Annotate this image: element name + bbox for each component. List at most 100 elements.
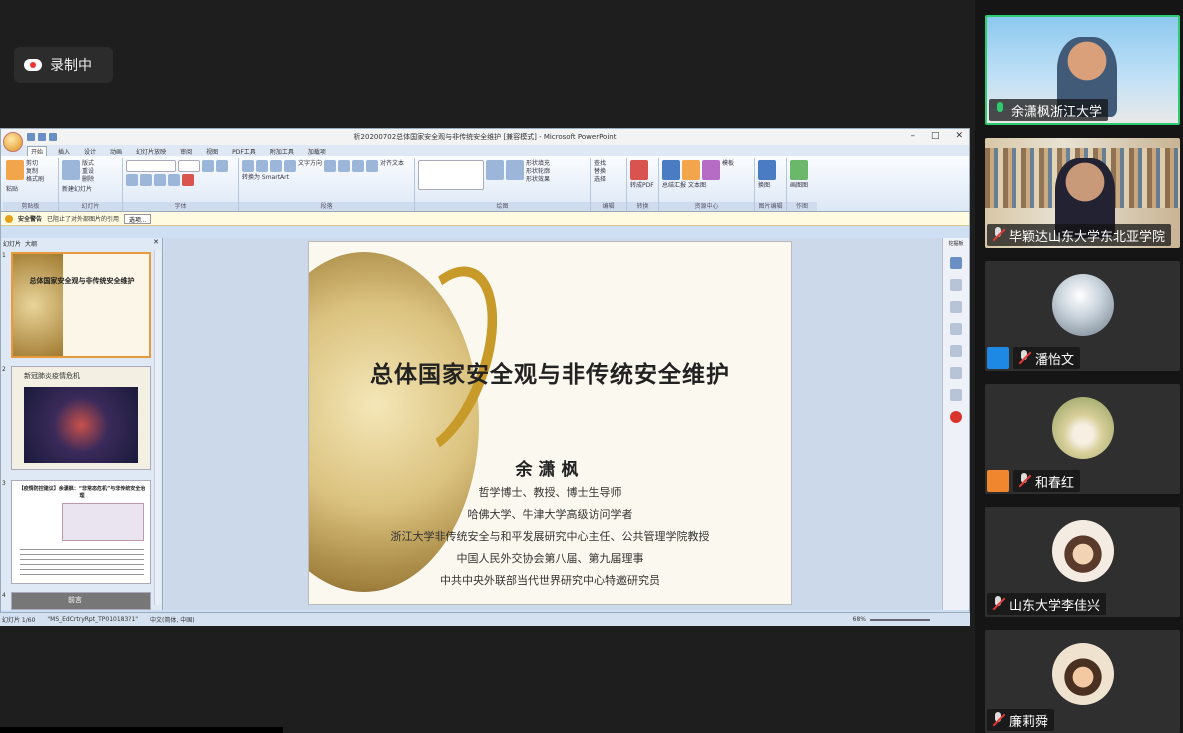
tool-icon[interactable] — [950, 367, 962, 379]
zoom-slider[interactable] — [870, 618, 930, 621]
tab-animation[interactable]: 动画 — [107, 147, 125, 156]
template-icon[interactable] — [662, 160, 680, 180]
layout-button[interactable]: 版式 — [82, 160, 94, 168]
text-direction-button[interactable]: 文字方向 — [298, 160, 322, 172]
shrink-font-icon[interactable] — [216, 160, 228, 172]
text-image-icon[interactable] — [702, 160, 720, 180]
copy-button[interactable]: 复制 — [26, 168, 44, 176]
maximize-icon[interactable]: □ — [931, 131, 940, 141]
tool-panel-label: 挖掘板 — [948, 241, 964, 247]
convert-pdf-button[interactable]: 转成PDF — [630, 182, 654, 190]
avatar — [1052, 643, 1114, 705]
find-button[interactable]: 查找 — [594, 160, 606, 168]
tab-home[interactable]: 开始 — [27, 146, 48, 156]
participant-name-bar: 余潇枫浙江大学 — [989, 99, 1109, 121]
avatar — [1052, 397, 1114, 459]
image-icon[interactable] — [758, 160, 776, 180]
tool-icon[interactable] — [950, 323, 962, 335]
draw-chart-button[interactable]: 画图图 — [790, 182, 808, 190]
quick-styles-icon[interactable] — [506, 160, 524, 180]
line-spacing-icon[interactable] — [284, 160, 296, 172]
report-icon[interactable] — [682, 160, 700, 180]
smartart-button[interactable]: 转换为 SmartArt — [242, 174, 289, 182]
tab-outline[interactable]: 大纲 — [25, 239, 37, 248]
tab-design[interactable]: 设计 — [81, 147, 99, 156]
shape-outline-button[interactable]: 形状轮廓 — [526, 168, 550, 176]
numbering-icon[interactable] — [256, 160, 268, 172]
slide-thumbnail-4[interactable]: 前言 — [11, 592, 151, 610]
align-text-button[interactable]: 对齐文本 — [380, 160, 404, 172]
font-size-select[interactable] — [178, 160, 200, 172]
tab-slides[interactable]: 幻灯片 — [3, 239, 21, 248]
slide-thumbnail-1[interactable]: 总体国家安全观与非传统安全维护 — [11, 252, 151, 358]
tool-icon[interactable] — [950, 301, 962, 313]
bold-icon[interactable] — [126, 174, 138, 186]
slide-thumbnail-2[interactable]: 新冠肺炎疫情危机 — [11, 366, 151, 470]
tool-icon[interactable] — [950, 345, 962, 357]
participant-tile[interactable]: 廉莉舜 — [985, 630, 1180, 733]
align-left-icon[interactable] — [324, 160, 337, 172]
font-color-icon[interactable] — [182, 174, 194, 186]
tool-icon[interactable] — [950, 279, 962, 291]
align-center-icon[interactable] — [338, 160, 351, 172]
tool-icon[interactable] — [950, 257, 962, 269]
participant-tile[interactable]: 山东大学李佳兴 — [985, 507, 1180, 617]
tab-loadins[interactable]: 加载项 — [305, 147, 329, 156]
grow-font-icon[interactable] — [202, 160, 214, 172]
replace-button[interactable]: 替换 — [594, 168, 606, 176]
participant-tile[interactable]: 和春红 — [985, 384, 1180, 494]
tab-view[interactable]: 视图 — [203, 147, 221, 156]
cut-button[interactable]: 剪切 — [26, 160, 44, 168]
reset-button[interactable]: 重设 — [82, 168, 94, 176]
template-button[interactable]: 模板 — [722, 160, 734, 180]
bullets-icon[interactable] — [242, 160, 254, 172]
tab-addins[interactable]: 附加工具 — [267, 147, 297, 156]
minimize-icon[interactable]: – — [910, 131, 915, 141]
window-title: 析20200702总体国家安全观与非传统安全维护 [兼容模式] - Micros… — [353, 133, 617, 141]
tool-icon[interactable] — [950, 389, 962, 401]
indent-icon[interactable] — [270, 160, 282, 172]
tab-insert[interactable]: 插入 — [55, 147, 73, 156]
participant-tile[interactable]: 潘怡文 — [985, 261, 1180, 371]
shape-effect-button[interactable]: 形状效果 — [526, 176, 550, 184]
close-icon[interactable]: ✕ — [955, 131, 963, 141]
tab-review[interactable]: 审阅 — [177, 147, 195, 156]
shapes-gallery[interactable] — [418, 160, 484, 190]
underline-icon[interactable] — [154, 174, 166, 186]
font-name-select[interactable] — [126, 160, 176, 172]
status-bar: 幻灯片 1/60 "MS_EdCrtryRpt_TP010183?1" 中文(简… — [0, 612, 970, 626]
current-slide[interactable]: 总体国家安全观与非传统安全维护 余潇枫 哲学博士、教授、博士生导师 哈佛大学、牛… — [308, 241, 792, 605]
thumbnail-scrollbar[interactable] — [154, 250, 161, 605]
align-right-icon[interactable] — [352, 160, 365, 172]
close-pane-icon[interactable]: ✕ — [153, 238, 159, 246]
draw-chart-icon[interactable] — [790, 160, 808, 180]
pdf-icon[interactable] — [630, 160, 648, 180]
participant-tile[interactable]: 余潇枫浙江大学 — [985, 15, 1180, 125]
zoom-control[interactable]: 68% — [853, 616, 930, 623]
group-slides: 版式 重设 删除 新建幻灯片 幻灯片 — [59, 158, 123, 211]
tab-slideshow[interactable]: 幻灯片放映 — [133, 147, 169, 156]
new-slide-button[interactable]: 新建幻灯片 — [62, 186, 92, 194]
format-painter-button[interactable]: 格式刷 — [26, 176, 44, 184]
participant-tile[interactable]: 毕颖达山东大学东北亚学院 — [985, 138, 1180, 248]
tab-pdf[interactable]: PDF工具 — [229, 147, 259, 156]
text-image-button[interactable]: 文本图 — [688, 182, 706, 190]
participant-name-bar: 毕颖达山东大学东北亚学院 — [987, 224, 1172, 246]
image-button[interactable]: 换图 — [758, 182, 770, 190]
paste-icon[interactable] — [6, 160, 24, 180]
justify-icon[interactable] — [366, 160, 379, 172]
shape-fill-button[interactable]: 形状填充 — [526, 160, 550, 168]
security-options-button[interactable]: 选项... — [124, 213, 152, 224]
strikethrough-icon[interactable] — [168, 174, 180, 186]
pane-tabs: 幻灯片 大纲 ✕ — [1, 238, 162, 248]
slide-thumbnail-3[interactable]: 【疫情防控建议】余潇枫：“非常态危机”与非传统安全治理 — [11, 480, 151, 584]
redpacket-icon[interactable] — [950, 411, 962, 423]
delete-button[interactable]: 删除 — [82, 176, 94, 184]
participants-panel: 余潇枫浙江大学 毕颖达山东大学东北亚学院 潘怡文 和春红 山东大学李佳兴 廉莉舜 — [975, 0, 1183, 733]
select-button[interactable]: 选择 — [594, 176, 606, 184]
arrange-icon[interactable] — [486, 160, 504, 180]
report-button[interactable]: 总结汇报 — [662, 182, 686, 190]
paste-button[interactable]: 粘贴 — [6, 186, 18, 194]
new-slide-icon[interactable] — [62, 160, 80, 180]
italic-icon[interactable] — [140, 174, 152, 186]
